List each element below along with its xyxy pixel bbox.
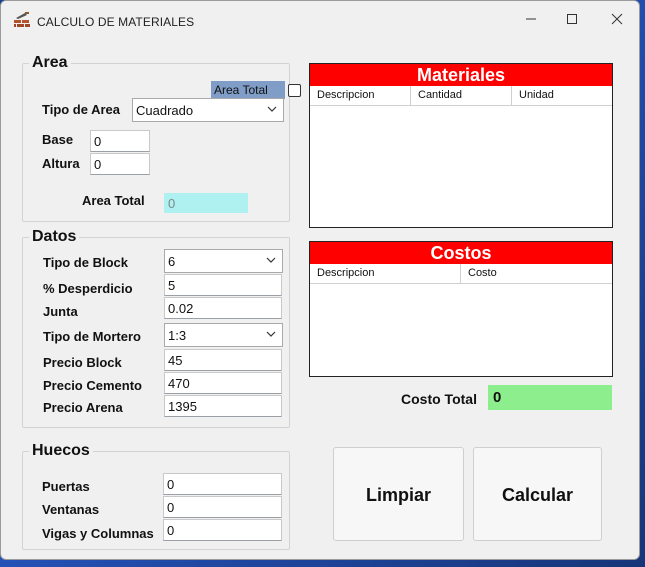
ventanas-input[interactable]: 0 [163,496,282,518]
puertas-input[interactable]: 0 [163,473,282,495]
costos-col-descripcion[interactable]: Descripcion [310,264,461,283]
junta-input[interactable]: 0.02 [164,297,282,319]
maximize-button[interactable] [550,7,594,35]
datos-legend: Datos [32,228,77,245]
tipo-block-label: Tipo de Block [43,255,128,270]
limpiar-button[interactable]: Limpiar [333,447,464,541]
area-total-checkbox-box[interactable] [288,84,301,97]
altura-input[interactable]: 0 [90,153,150,175]
tipo-area-value: Cuadrado [136,103,194,118]
area-total-checkbox[interactable]: Area Total [211,81,301,99]
costo-total-output: 0 [488,385,612,410]
tipo-area-select[interactable]: Cuadrado [132,98,284,122]
tipo-mortero-select[interactable]: 1:3 [164,323,283,347]
base-label: Base [42,132,74,147]
materiales-col-descripcion[interactable]: Descripcion [310,86,411,105]
tipo-block-select[interactable]: 6 [164,249,283,273]
precio-block-label: Precio Block [43,355,122,370]
calcular-button[interactable]: Calcular [473,447,602,541]
maximize-icon [567,14,577,24]
chevron-down-icon [266,257,276,263]
desperdicio-label: % Desperdicio [43,281,133,296]
area-legend: Area [32,54,68,71]
tipo-mortero-value: 1:3 [168,328,187,343]
desperdicio-input[interactable]: 5 [164,274,282,296]
precio-cemento-input[interactable]: 470 [164,372,282,394]
area-total-label: Area Total [82,193,145,208]
materiales-col-cantidad[interactable]: Cantidad [411,86,512,105]
tipo-mortero-label: Tipo de Mortero [43,329,141,344]
precio-arena-input[interactable]: 1395 [164,395,282,417]
materiales-panel: Materiales Descripcion Cantidad Unidad [309,63,613,228]
huecos-legend: Huecos [32,442,90,459]
base-input[interactable]: 0 [90,130,150,152]
app-window: CALCULO DE MATERIALES Area Area Total Ti… [0,0,640,560]
chevron-down-icon [267,106,277,112]
area-total-output: 0 [164,193,248,213]
minimize-icon [526,18,536,20]
precio-block-input[interactable]: 45 [164,349,282,371]
costos-col-costo[interactable]: Costo [461,264,612,283]
minimize-button[interactable] [509,7,553,35]
junta-label: Junta [43,304,78,319]
precio-arena-label: Precio Arena [43,400,123,415]
window-title: CALCULO DE MATERIALES [37,15,195,29]
chevron-down-icon [266,331,276,337]
materiales-header: Materiales [310,64,612,86]
vigas-label: Vigas y Columnas [42,526,154,541]
brick-trowel-icon [14,12,30,27]
close-icon [611,13,623,25]
tipo-block-value: 6 [168,254,176,269]
area-total-checkbox-label: Area Total [214,83,268,97]
altura-label: Altura [42,156,80,171]
close-button[interactable] [595,7,639,35]
vigas-input[interactable]: 0 [163,519,282,541]
ventanas-label: Ventanas [42,502,100,517]
precio-cemento-label: Precio Cemento [43,378,142,393]
materiales-grid-header: Descripcion Cantidad Unidad [310,86,612,106]
tipo-area-label: Tipo de Area [42,102,121,117]
materiales-col-unidad[interactable]: Unidad [512,86,612,105]
costos-grid-header: Descripcion Costo [310,264,612,284]
title-bar[interactable]: CALCULO DE MATERIALES [1,1,639,39]
costo-total-label: Costo Total [401,391,477,407]
costos-panel: Costos Descripcion Costo [309,241,613,377]
puertas-label: Puertas [42,479,90,494]
costos-header: Costos [310,242,612,264]
